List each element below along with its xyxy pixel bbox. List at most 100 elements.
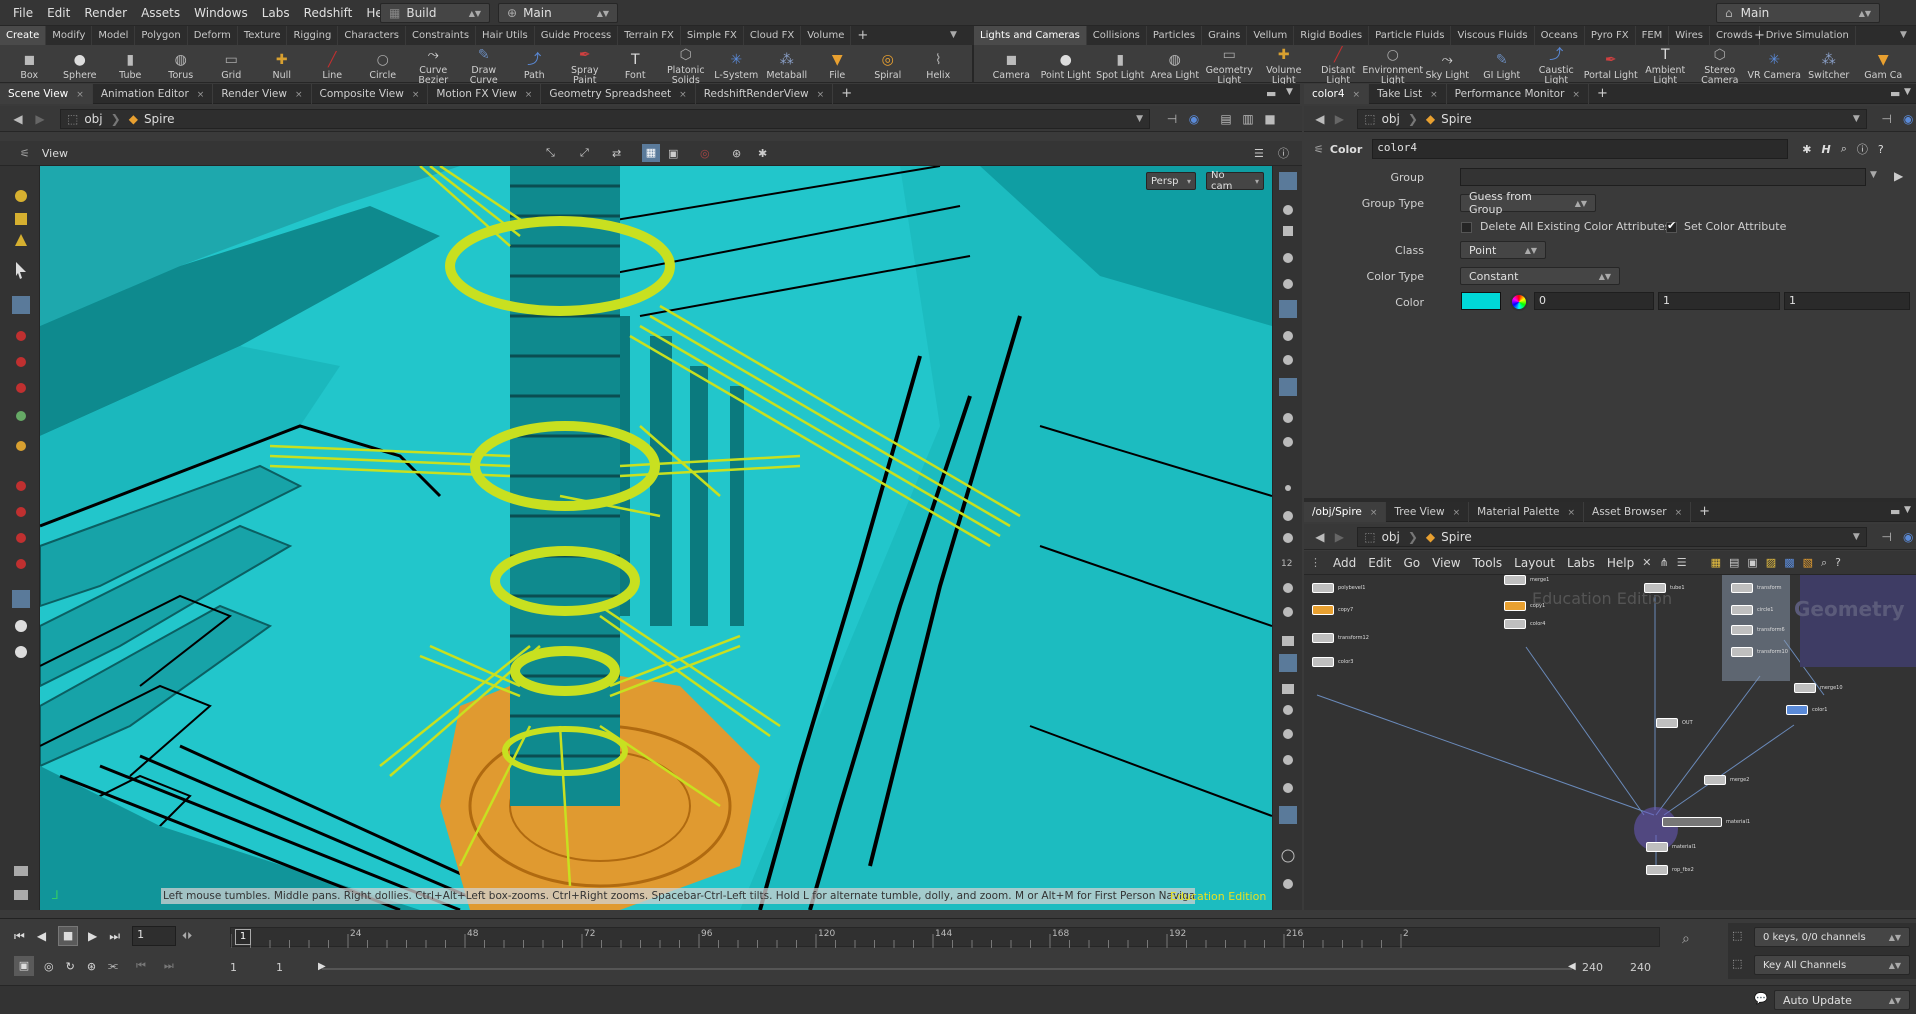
close-icon[interactable]: × [1572, 90, 1580, 100]
shelf-tab-viscous-fluids[interactable]: Viscous Fluids [1451, 26, 1535, 45]
gear-icon[interactable]: ✱ [1802, 143, 1811, 156]
breadcrumb-spire[interactable]: Spire [1441, 112, 1472, 126]
network-node-color3[interactable] [1312, 657, 1334, 667]
tool-file[interactable]: ▼ File [812, 48, 863, 81]
color-wheel-icon[interactable] [1510, 293, 1528, 311]
network-node-merge10[interactable] [1794, 683, 1816, 693]
pin-icon[interactable]: ⊣ [1879, 111, 1895, 127]
tool-sky-light[interactable]: ⤳ Sky Light [1420, 48, 1475, 81]
tool-stereo-camera[interactable]: ⬡ Stereo Camera [1693, 43, 1748, 86]
frame-icon[interactable]: ⫘ [108, 959, 118, 973]
tab-color4[interactable]: color4 × [1304, 83, 1370, 104]
tool-metaball[interactable]: ⁂ Metaball [762, 48, 813, 81]
menu-windows[interactable]: Windows [187, 0, 255, 26]
maximize-icon[interactable]: ▬ [1890, 505, 1900, 518]
network-node-copy7[interactable] [1312, 605, 1334, 615]
tool-gi-light[interactable]: ✎ GI Light [1475, 48, 1530, 81]
tool-box[interactable]: ◼ Box [4, 48, 55, 81]
realtime-toggle-icon[interactable]: ▣ [14, 956, 34, 976]
wrench-icon[interactable]: ✕ [1642, 556, 1651, 569]
close-icon[interactable]: × [1370, 508, 1378, 518]
tool-path[interactable]: ⤴ Path [509, 48, 560, 81]
persp-menu[interactable]: Persp ▾ [1146, 172, 1196, 190]
network-menu-tools[interactable]: Tools [1473, 556, 1503, 570]
network-node-transform10[interactable] [1731, 647, 1753, 657]
color-palette-icon[interactable]: ▩ [1784, 556, 1794, 569]
network-node-polybevel1[interactable] [1312, 583, 1334, 593]
search-icon[interactable]: ⌕ [1841, 142, 1847, 156]
jump-end-icon[interactable]: ⏭ [109, 929, 120, 944]
tool-spray-paint[interactable]: ✒ Spray Paint [560, 43, 611, 86]
network-node-transform6[interactable] [1731, 625, 1753, 635]
tool-gam-ca[interactable]: ▼ Gam Ca [1856, 48, 1911, 81]
menu-render[interactable]: Render [77, 0, 134, 26]
snap-point-icon[interactable]: ⤢ [580, 146, 589, 160]
tool-font[interactable]: T Font [610, 48, 661, 81]
tab-composite-view[interactable]: Composite View × [312, 83, 429, 104]
network-node-color1[interactable] [1786, 705, 1808, 715]
tool-caustic-light[interactable]: ⤴ Caustic Light [1529, 43, 1584, 86]
network-node-copy1[interactable] [1504, 601, 1526, 611]
tool-curve-bezier[interactable]: ⤳ Curve Bezier [408, 43, 459, 86]
search-icon[interactable]: ⌕ [1821, 556, 1827, 570]
tab-animation-editor[interactable]: Animation Editor × [93, 83, 214, 104]
help-icon[interactable]: ? [1835, 556, 1841, 569]
grid-icon[interactable]: ▦ [1711, 556, 1721, 569]
current-frame-field[interactable]: 1 [132, 926, 177, 946]
tree-icon[interactable]: ⋔ [1659, 556, 1668, 569]
snap-grid-icon[interactable]: ⇄ [612, 147, 621, 160]
color-type-select[interactable]: Constant ▲▼ [1460, 267, 1620, 285]
tool-point-light[interactable]: ● Point Light [1039, 48, 1094, 81]
houdini-help-icon[interactable]: H [1821, 143, 1830, 156]
breadcrumb-spire[interactable]: Spire [144, 112, 175, 126]
camera-menu[interactable]: No cam ▾ [1206, 170, 1264, 192]
network-menu-help[interactable]: Help [1607, 556, 1634, 570]
help-icon[interactable]: ⓘ [1278, 145, 1289, 161]
delete-attributes-checkbox[interactable] [1461, 222, 1472, 233]
maximize-icon[interactable]: ▬ [1266, 87, 1276, 100]
tab-render-view[interactable]: Render View × [213, 83, 312, 104]
forward-arrow-icon[interactable]: ▶ [1332, 111, 1348, 127]
tool-spot-light[interactable]: ▮ Spot Light [1093, 48, 1148, 81]
back-arrow-icon[interactable]: ◀ [1312, 529, 1328, 545]
network-node-color4[interactable] [1504, 619, 1526, 629]
stop-button[interactable]: ■ [58, 926, 79, 946]
close-icon[interactable]: × [295, 90, 303, 100]
close-icon[interactable]: × [817, 90, 825, 100]
key-channel-icon[interactable]: ⬚ [1732, 929, 1742, 942]
breadcrumb-obj[interactable]: obj [1382, 530, 1400, 544]
shelf-tab-create[interactable]: Create [0, 26, 47, 45]
close-icon[interactable]: × [1353, 90, 1361, 100]
image-icon[interactable]: ▣ [1747, 556, 1757, 569]
tab-tree-view[interactable]: Tree View × [1386, 501, 1470, 522]
network-node-rop-fbx2[interactable] [1646, 865, 1668, 875]
settings-icon[interactable]: ✱ [758, 147, 767, 160]
takes-select[interactable]: ⊕ Main ▲▼ [498, 3, 618, 23]
range-end-field[interactable]: 240 [1582, 961, 1603, 974]
tool-volume-light[interactable]: ✚ Volume Light [1257, 43, 1312, 86]
tool-platonic-solids[interactable]: ⬡ Platonic Solids [661, 43, 712, 86]
shelf-menu-arrow-icon[interactable]: ▼ [950, 26, 957, 45]
chat-icon[interactable]: 💬 [1754, 992, 1768, 1005]
menu-redshift[interactable]: Redshift [297, 0, 360, 26]
audio-icon[interactable]: ◎ [44, 960, 54, 973]
scope-icon[interactable]: ⌕ [1682, 931, 1690, 947]
update-mode-select[interactable]: ⌂ Main ▲▼ [1716, 3, 1880, 23]
group-type-select[interactable]: Guess from Group ▲▼ [1460, 190, 1596, 216]
tab-scene-view[interactable]: Scene View × [0, 83, 93, 104]
tab-motion-fx-view[interactable]: Motion FX View × [428, 83, 542, 104]
path-dropdown-icon[interactable]: ▼ [1853, 532, 1860, 542]
auto-update-select[interactable]: Auto Update ▲▼ [1774, 990, 1910, 1010]
link-icon[interactable]: ◉ [1900, 111, 1916, 127]
pane-menu-icon[interactable]: ▼ [1904, 505, 1911, 515]
set-color-checkbox[interactable]: ✔ [1666, 219, 1677, 233]
select-arrow-icon[interactable]: ▶ [1894, 169, 1903, 183]
view-menu-icon[interactable]: ⚟ [20, 147, 30, 160]
split-icon[interactable]: ▥ [1240, 111, 1256, 127]
tool-geometry-light[interactable]: ▭ Geometry Light [1202, 43, 1257, 86]
tool-draw-curve[interactable]: ✎ Draw Curve [459, 43, 510, 86]
play-forward-icon[interactable]: ▶ [88, 929, 97, 943]
sticky-note-icon[interactable]: ▨ [1766, 556, 1776, 569]
next-key-icon[interactable]: ⏭ [164, 959, 174, 973]
tool-helix[interactable]: ⌇ Helix [913, 48, 964, 81]
